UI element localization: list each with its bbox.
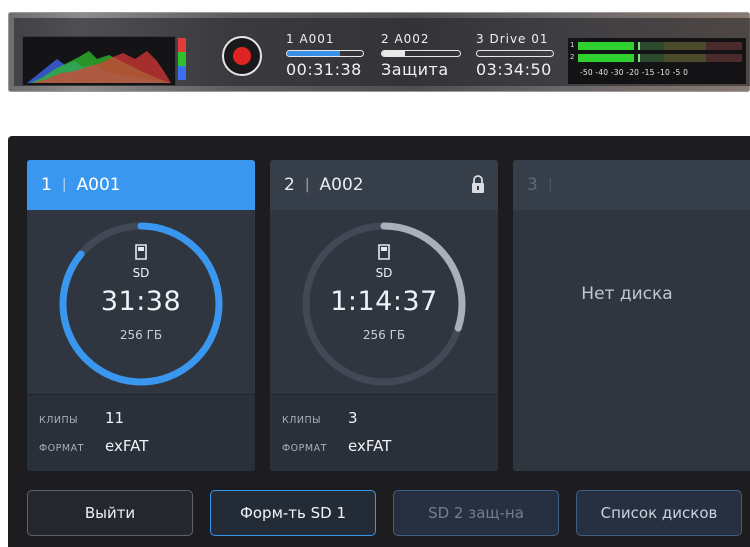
record-button[interactable]: [222, 36, 262, 76]
clips-count: 11: [105, 409, 125, 427]
audio-meters[interactable]: 1 2 -50 -40 -30 -20 -15 -10 -5 0: [568, 38, 746, 84]
media-card-1[interactable]: 1 | A001 SD 31:38 256 ГБ КЛИПЫ 11 ФОРМАТ…: [27, 160, 255, 471]
media-card-2[interactable]: 2 | A002 SD 1:14:37 256 ГБ КЛИПЫ 3 ФОРМА…: [270, 160, 498, 471]
lock-icon: [472, 175, 484, 193]
sd-card-icon: [135, 244, 147, 260]
clips-label: КЛИПЫ: [282, 415, 322, 426]
separator: |: [61, 177, 67, 193]
clips-count: 3: [348, 409, 358, 427]
media-card-1-header: 1 | A001: [27, 160, 255, 210]
media-card-3-header: 3 |: [513, 160, 750, 210]
audio-meter-1: [578, 42, 742, 50]
format-card-button[interactable]: Форм-ть SD 1: [210, 490, 376, 536]
slot-2-status[interactable]: 2 A002 Защита: [381, 32, 461, 79]
slot-1-status[interactable]: 1 A001 00:31:38: [286, 32, 364, 79]
disk-list-button[interactable]: Список дисков: [576, 490, 742, 536]
card-capacity: 256 ГБ: [362, 328, 406, 342]
slot-2-value: Защита: [381, 60, 449, 79]
storage-panel: 1 | A001 SD 31:38 256 ГБ КЛИПЫ 11 ФОРМАТ…: [8, 136, 750, 547]
remaining-time: 1:14:37: [330, 286, 438, 317]
media-card-1-slot: 1: [41, 175, 52, 195]
media-type: SD: [375, 266, 393, 280]
media-card-1-info: КЛИПЫ 11 ФОРМАТ exFAT: [27, 394, 255, 471]
separator: |: [304, 177, 310, 193]
slot-2-progress: [381, 50, 461, 57]
audio-meter-2: [578, 54, 742, 62]
sd-card-icon: [378, 244, 390, 260]
media-card-2-header: 2 | A002: [270, 160, 498, 210]
record-icon: [233, 47, 251, 65]
audio-meter-scale: -50 -40 -30 -20 -15 -10 -5 0: [580, 68, 689, 77]
slot-1-value: 00:31:38: [286, 60, 362, 79]
format-value: exFAT: [348, 437, 392, 455]
slot-2-header: 2 A002: [381, 32, 430, 46]
slot-1-progress: [286, 50, 364, 57]
media-card-2-name: A002: [319, 175, 364, 195]
exit-button[interactable]: Выйти: [27, 490, 193, 536]
format-label: ФОРМАТ: [282, 443, 327, 454]
format-label: ФОРМАТ: [39, 443, 84, 454]
media-card-3[interactable]: 3 | Нет диска: [513, 160, 750, 471]
separator: |: [547, 177, 553, 193]
card-capacity: 256 ГБ: [119, 328, 163, 342]
media-card-1-name: A001: [76, 175, 121, 195]
clips-label: КЛИПЫ: [39, 415, 79, 426]
no-disk-label: Нет диска: [581, 284, 673, 304]
audio-channel-2-label: 2: [570, 53, 575, 61]
slot-1-header: 1 A001: [286, 32, 335, 46]
audio-channel-1-label: 1: [570, 41, 575, 49]
slot-3-progress: [476, 50, 554, 57]
format-value: exFAT: [105, 437, 149, 455]
media-card-2-slot: 2: [284, 175, 295, 195]
slot-3-value: 03:34:50: [476, 60, 552, 79]
histogram[interactable]: [22, 36, 176, 86]
slot-3-header: 3 Drive 01: [476, 32, 549, 46]
protect-card-button[interactable]: SD 2 защ-на: [393, 490, 559, 536]
slot-3-status[interactable]: 3 Drive 01 03:34:50: [476, 32, 554, 79]
remaining-time: 31:38: [100, 286, 182, 317]
media-card-3-slot: 3: [527, 175, 538, 195]
rgb-indicator: [178, 38, 186, 80]
media-type: SD: [132, 266, 150, 280]
media-card-2-info: КЛИПЫ 3 ФОРМАТ exFAT: [270, 394, 498, 471]
